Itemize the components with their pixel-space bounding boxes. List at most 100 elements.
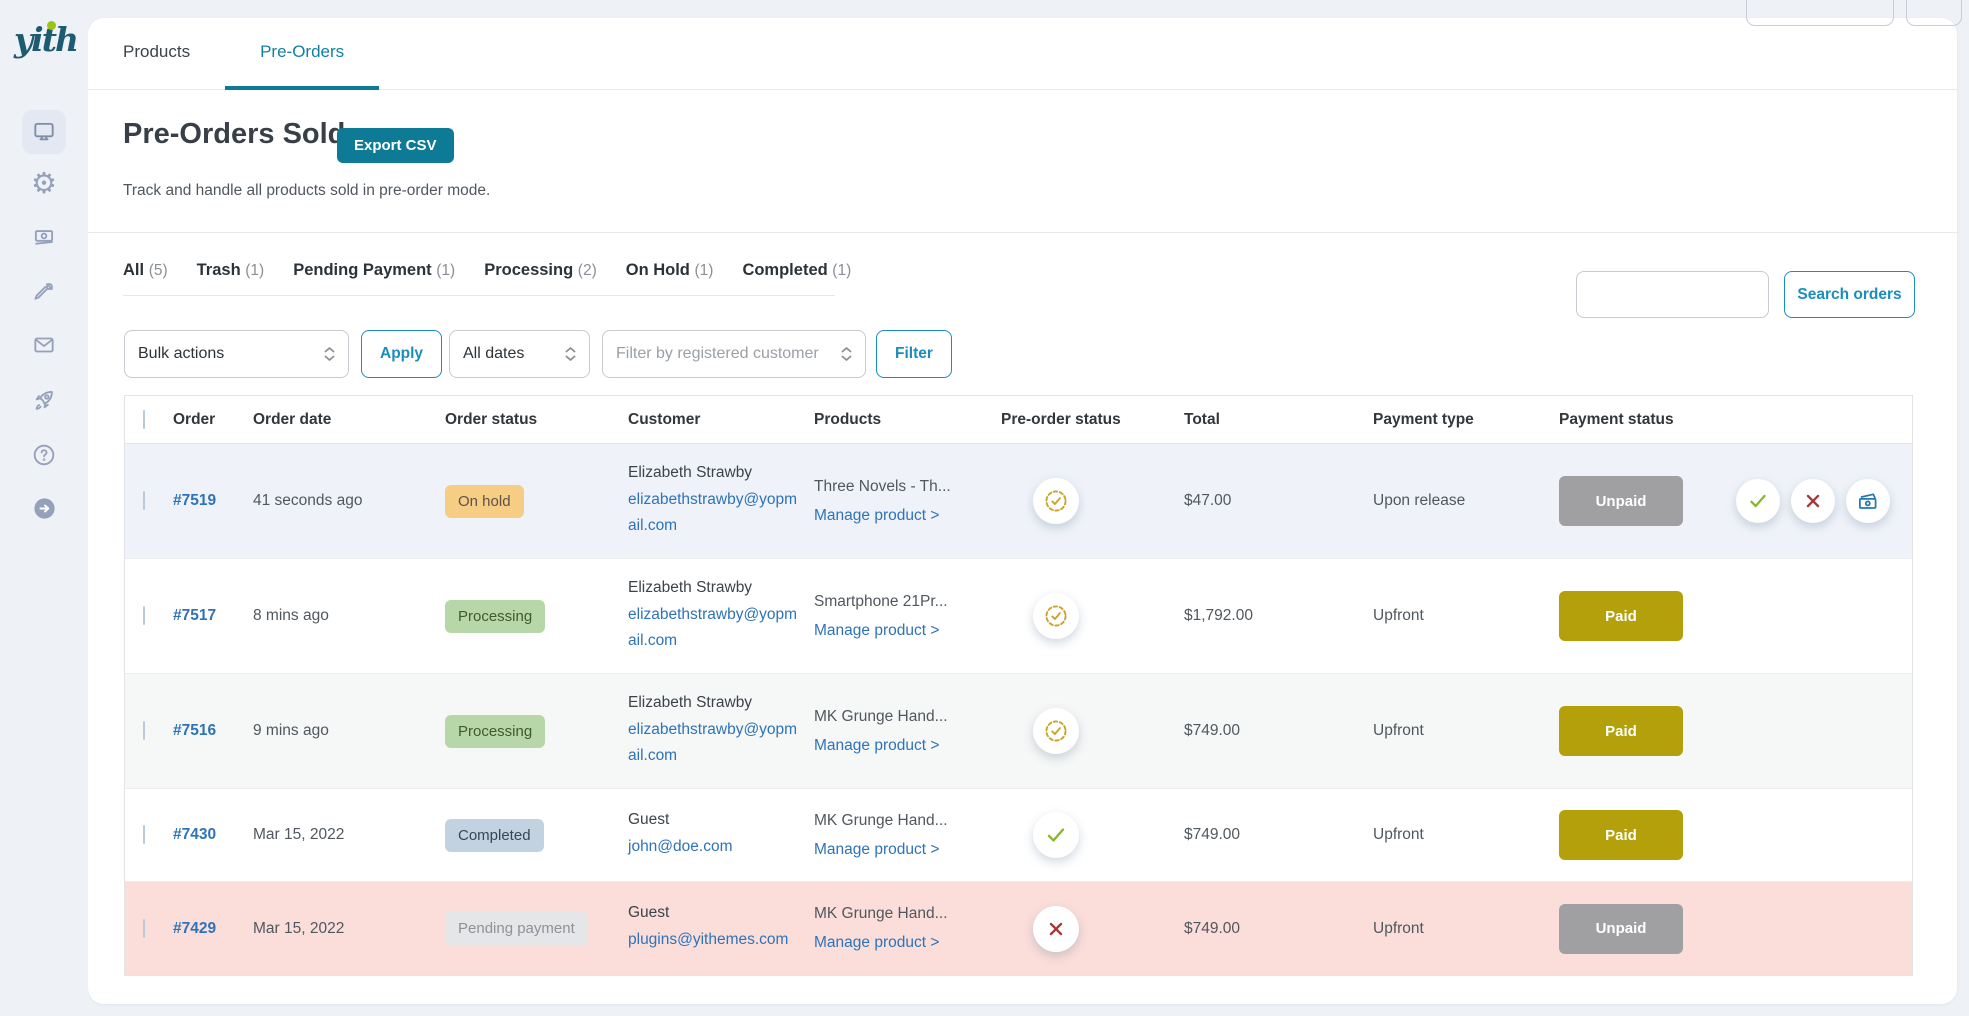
col-order-date: Order date (253, 411, 445, 429)
preorder-status-awaiting (1033, 708, 1079, 754)
gear-icon: ⚙ (31, 170, 57, 199)
order-id-link[interactable]: #7519 (173, 492, 216, 509)
cancel-order-button[interactable] (1791, 479, 1835, 523)
sidebar-item-settings[interactable]: ⚙ (22, 162, 66, 206)
product-name: MK Grunge Hand... (814, 905, 1001, 923)
check-icon (1746, 489, 1770, 513)
payment-status-button[interactable]: Paid (1559, 591, 1683, 641)
bulk-actions-select[interactable]: Bulk actions (124, 330, 349, 378)
manage-product-link[interactable]: Manage product > (814, 622, 939, 640)
product-name: MK Grunge Hand... (814, 812, 1001, 830)
product-name: Smartphone 21Pr... (814, 593, 1001, 611)
customer-email-link[interactable]: elizabethstrawby@yopmail.com (628, 487, 800, 538)
search-input[interactable] (1576, 271, 1769, 318)
order-id-link[interactable]: #7516 (173, 722, 216, 739)
status-tab-trash[interactable]: Trash (1) (197, 261, 265, 280)
partial-top-button-2[interactable] (1906, 0, 1962, 26)
tab-products[interactable]: Products (88, 18, 225, 90)
row-checkbox[interactable] (143, 491, 145, 510)
status-tab-processing[interactable]: Processing (2) (484, 261, 597, 280)
payment-type: Upfront (1373, 826, 1559, 844)
awaiting-clock-icon (1042, 717, 1070, 745)
select-chevrons-icon (841, 347, 852, 361)
order-id-link[interactable]: #7430 (173, 826, 216, 843)
table-row: #7516 9 mins ago Processing Elizabeth St… (125, 674, 1912, 789)
col-total: Total (1184, 411, 1373, 429)
manage-product-link[interactable]: Manage product > (814, 737, 939, 755)
manage-product-link[interactable]: Manage product > (814, 507, 939, 525)
row-actions (1736, 479, 1920, 523)
payment-status-button[interactable]: Unpaid (1559, 904, 1683, 954)
status-tab-all[interactable]: All (5) (123, 261, 168, 280)
arrow-right-icon (31, 495, 58, 522)
order-total: $749.00 (1184, 722, 1373, 740)
status-filter-tabs: All (5) Trash (1) Pending Payment (1) Pr… (123, 261, 835, 296)
check-icon (1043, 822, 1069, 848)
sidebar-item-payments[interactable] (22, 215, 66, 259)
monitor-icon (31, 119, 57, 145)
yith-logo-text: yith (14, 20, 77, 59)
yith-logo[interactable]: yith (14, 20, 78, 66)
row-checkbox[interactable] (143, 919, 145, 938)
manage-product-link[interactable]: Manage product > (814, 934, 939, 952)
select-all-checkbox[interactable] (143, 410, 145, 429)
tab-pre-orders[interactable]: Pre-Orders (225, 18, 379, 90)
status-tab-on-hold[interactable]: On Hold (1) (626, 261, 714, 280)
search-orders-button[interactable]: Search orders (1784, 271, 1915, 318)
customer-filter-select[interactable]: Filter by registered customer (602, 330, 866, 378)
preorder-status-completed (1033, 812, 1079, 858)
payment-type: Upfront (1373, 722, 1559, 740)
order-id-link[interactable]: #7517 (173, 607, 216, 624)
apply-button[interactable]: Apply (361, 330, 442, 378)
customer-name: Elizabeth Strawby (628, 579, 752, 596)
order-total: $1,792.00 (1184, 607, 1373, 625)
sidebar-item-dashboard[interactable] (22, 110, 66, 154)
sidebar-item-expand[interactable] (22, 486, 66, 530)
filter-button[interactable]: Filter (876, 330, 952, 378)
rocket-icon (31, 387, 57, 413)
customer-email-link[interactable]: elizabethstrawby@yopmail.com (628, 717, 800, 768)
select-chevrons-icon (565, 347, 576, 361)
status-tab-pending-payment[interactable]: Pending Payment (1) (293, 261, 455, 280)
order-total: $47.00 (1184, 492, 1373, 510)
module-tabbar: Products Pre-Orders (88, 18, 1957, 90)
sidebar-item-emails[interactable] (22, 323, 66, 367)
sidebar-item-customization[interactable] (22, 270, 66, 314)
order-status-badge: Pending payment (445, 912, 588, 945)
export-csv-button[interactable]: Export CSV (337, 128, 454, 163)
partial-top-button-1[interactable] (1746, 0, 1894, 26)
customer-email-link[interactable]: john@doe.com (628, 834, 800, 860)
approve-order-button[interactable] (1736, 479, 1780, 523)
order-id-link[interactable]: #7429 (173, 920, 216, 937)
payment-type: Upon release (1373, 492, 1559, 510)
order-date: 8 mins ago (253, 607, 445, 625)
charge-payment-button[interactable] (1846, 479, 1890, 523)
sidebar-item-premium[interactable] (22, 378, 66, 422)
customer-email-link[interactable]: plugins@yithemes.com (628, 927, 800, 953)
dates-select[interactable]: All dates (449, 330, 590, 378)
customer-email-link[interactable]: elizabethstrawby@yopmail.com (628, 602, 800, 653)
awaiting-clock-icon (1042, 487, 1070, 515)
banknote-icon (1855, 488, 1881, 514)
x-icon (1802, 490, 1824, 512)
row-checkbox[interactable] (143, 606, 145, 625)
order-status-badge: Completed (445, 819, 544, 852)
order-date: Mar 15, 2022 (253, 920, 445, 938)
payment-status-button[interactable]: Paid (1559, 706, 1683, 756)
payment-status-button[interactable]: Unpaid (1559, 476, 1683, 526)
order-date: Mar 15, 2022 (253, 826, 445, 844)
manage-product-link[interactable]: Manage product > (814, 841, 939, 859)
order-status-badge: On hold (445, 485, 524, 518)
row-checkbox[interactable] (143, 825, 145, 844)
payment-type: Upfront (1373, 920, 1559, 938)
status-tab-completed[interactable]: Completed (1) (742, 261, 851, 280)
order-date: 9 mins ago (253, 722, 445, 740)
col-order: Order (173, 411, 253, 429)
payment-status-button[interactable]: Paid (1559, 810, 1683, 860)
col-payment-type: Payment type (1373, 411, 1559, 429)
order-total: $749.00 (1184, 920, 1373, 938)
order-date: 41 seconds ago (253, 492, 445, 510)
sidebar-item-help[interactable] (22, 433, 66, 477)
table-row: #7429 Mar 15, 2022 Pending payment Guest… (125, 882, 1912, 975)
row-checkbox[interactable] (143, 721, 145, 740)
